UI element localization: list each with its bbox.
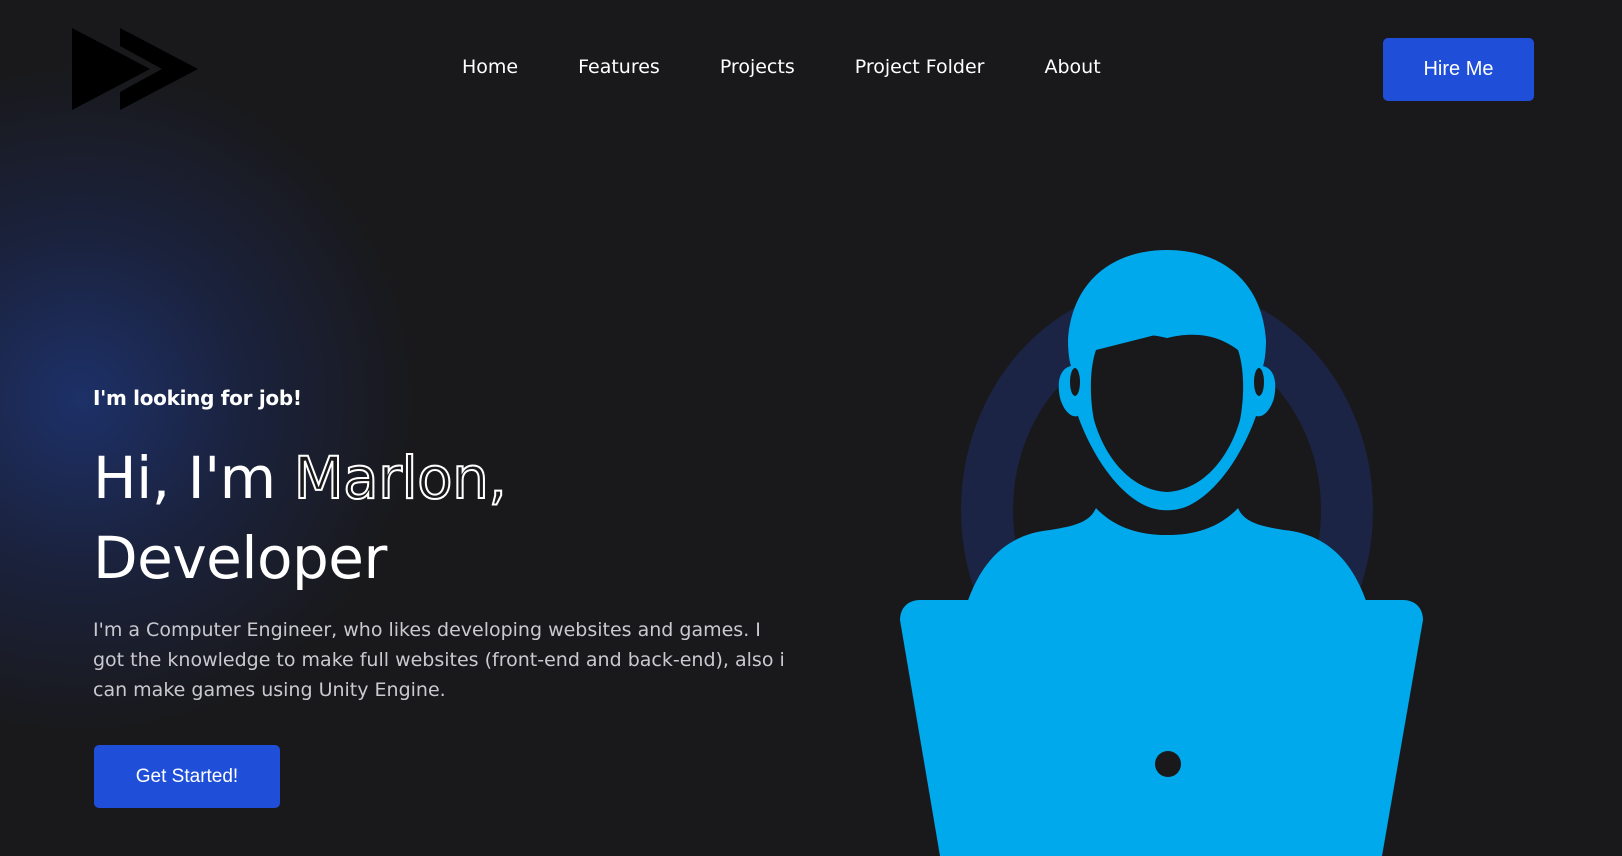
- page: Home Features Projects Project Folder Ab…: [0, 0, 1622, 856]
- nav-item-projects[interactable]: Projects: [720, 56, 795, 78]
- main-nav: Home Features Projects Project Folder Ab…: [462, 56, 1101, 78]
- nav-item-home[interactable]: Home: [462, 56, 518, 78]
- hire-me-button[interactable]: Hire Me: [1383, 38, 1534, 101]
- hero-description: I'm a Computer Engineer, who likes devel…: [93, 619, 785, 701]
- fast-forward-icon[interactable]: [72, 28, 200, 112]
- nav-item-features[interactable]: Features: [578, 56, 660, 78]
- headline-name: Marlon,: [293, 443, 508, 513]
- hero-headline: Hi, I'm Marlon, Developer: [93, 438, 508, 598]
- headline-greeting: Hi, I'm: [93, 444, 294, 512]
- developer-at-laptop-icon: [900, 250, 1423, 856]
- hero-eyebrow: I'm looking for job!: [93, 386, 302, 410]
- nav-item-project-folder[interactable]: Project Folder: [855, 56, 985, 78]
- headline-role: Developer: [93, 524, 387, 592]
- nav-item-about[interactable]: About: [1044, 56, 1100, 78]
- get-started-button[interactable]: Get Started!: [94, 745, 280, 808]
